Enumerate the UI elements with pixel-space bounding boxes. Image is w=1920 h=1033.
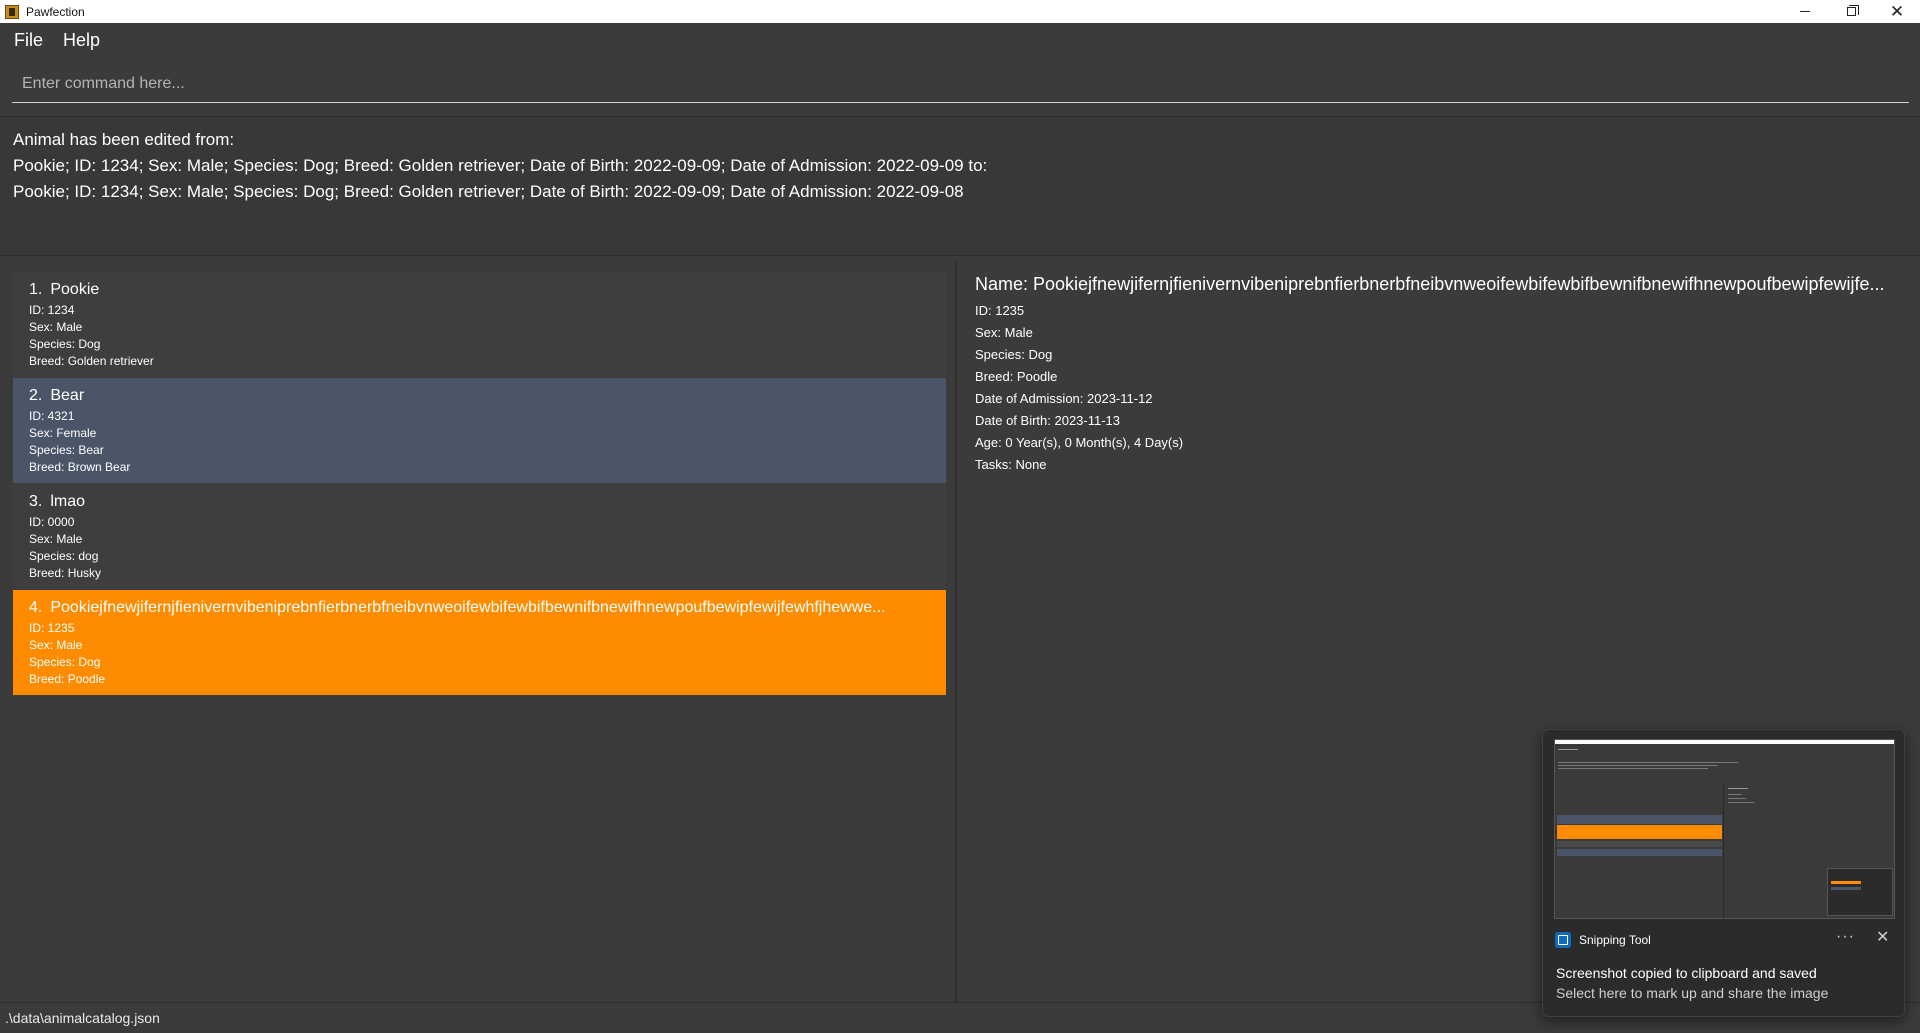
- detail-name: Name: Pookiejfnewjifernjfienivernvibenip…: [975, 274, 1885, 294]
- snipping-tool-icon: [1555, 932, 1571, 948]
- animal-card-title: 2. Bear: [29, 386, 930, 406]
- command-input[interactable]: [12, 66, 1909, 102]
- restore-button[interactable]: [1828, 0, 1874, 23]
- animal-species: Species: Dog: [29, 655, 101, 669]
- animal-id: ID: 1235: [29, 621, 75, 635]
- close-button[interactable]: ✕: [1874, 0, 1920, 23]
- animal-species: Species: Dog: [29, 337, 101, 351]
- animal-name: Bear: [50, 387, 85, 404]
- menu-help[interactable]: Help: [61, 28, 102, 53]
- toast-title: Screenshot copied to clipboard and saved: [1556, 965, 1817, 981]
- menu-bar: File Help: [0, 23, 1920, 58]
- animal-id: ID: 0000: [29, 515, 75, 529]
- minimize-icon: [1800, 11, 1810, 12]
- result-line: Pookie; ID: 1234; Sex: Male; Species: Do…: [13, 182, 964, 201]
- animal-index: 4.: [29, 599, 43, 616]
- detail-species: Species: Dog: [975, 347, 1053, 362]
- minimize-button[interactable]: [1782, 0, 1828, 23]
- animal-sex: Sex: Male: [29, 320, 83, 334]
- command-box: [12, 66, 1909, 103]
- restore-icon: [1846, 5, 1859, 16]
- animal-card[interactable]: 1. Pookie ID: 1234 Sex: Male Species: Dog…: [13, 272, 946, 377]
- result-display: Animal has been edited from: Pookie; ID:…: [0, 116, 1920, 256]
- screenshot-thumbnail[interactable]: [1554, 739, 1895, 919]
- snipping-tool-notification[interactable]: Snipping Tool ··· ✕ Screenshot copied to…: [1542, 729, 1905, 1017]
- title-bar: Pawfection ✕: [0, 0, 1920, 23]
- toast-subtitle: Select here to mark up and share the ima…: [1556, 985, 1829, 1001]
- animal-sex: Sex: Male: [29, 532, 83, 546]
- animal-breed: Breed: Husky: [29, 566, 102, 580]
- detail-breed: Breed: Poodle: [975, 369, 1058, 384]
- animal-card-title: 1. Pookie: [29, 280, 930, 300]
- animal-breed: Breed: Golden retriever: [29, 354, 154, 368]
- animal-card[interactable]: 4. Pookiejfnewjifernjfienivernvibeniprebn…: [13, 590, 946, 695]
- detail-admission-date: Date of Admission: 2023-11-12: [975, 391, 1153, 406]
- animal-name: Pookie: [50, 281, 100, 298]
- save-file-path: .\data\animalcatalog.json: [5, 1010, 160, 1026]
- animal-card[interactable]: 2. Bear ID: 4321 Sex: Female Species: Bea…: [13, 378, 946, 483]
- animal-index: 2.: [29, 387, 43, 404]
- animal-card[interactable]: 3. lmao ID: 0000 Sex: Male Species: dog B…: [13, 484, 946, 589]
- animal-id: ID: 1234: [29, 303, 75, 317]
- detail-sex: Sex: Male: [975, 325, 1033, 340]
- detail-tasks: Tasks: None: [975, 457, 1047, 472]
- result-line: Pookie; ID: 1234; Sex: Male; Species: Do…: [13, 156, 988, 175]
- window-title: Pawfection: [26, 4, 85, 19]
- animal-index: 1.: [29, 281, 43, 298]
- close-icon: ✕: [1889, 1, 1905, 21]
- more-options-button[interactable]: ···: [1836, 928, 1855, 946]
- app-icon: [5, 4, 19, 19]
- result-line: Animal has been edited from:: [13, 130, 235, 149]
- animal-list-panel: 1. Pookie ID: 1234 Sex: Male Species: Dog…: [2, 262, 957, 1002]
- animal-sex: Sex: Female: [29, 426, 97, 440]
- detail-id: ID: 1235: [975, 303, 1025, 318]
- animal-breed: Breed: Brown Bear: [29, 460, 131, 474]
- detail-birth-date: Date of Birth: 2023-11-13: [975, 413, 1121, 428]
- animal-name: Pookiejfnewjifernjfienivernvibeniprebnfi…: [50, 599, 886, 616]
- animal-species: Species: Bear: [29, 443, 104, 457]
- detail-age: Age: 0 Year(s), 0 Month(s), 4 Day(s): [975, 435, 1184, 450]
- toast-app-name: Snipping Tool: [1579, 933, 1651, 947]
- toast-close-button[interactable]: ✕: [1876, 927, 1889, 947]
- animal-sex: Sex: Male: [29, 638, 83, 652]
- window-controls: ✕: [1782, 0, 1920, 23]
- animal-card-title: 3. lmao: [29, 492, 930, 512]
- animal-id: ID: 4321: [29, 409, 75, 423]
- animal-card-title: 4. Pookiejfnewjifernjfienivernvibeniprebn…: [29, 598, 930, 618]
- animal-index: 3.: [29, 493, 43, 510]
- animal-species: Species: dog: [29, 549, 99, 563]
- toast-header: Snipping Tool: [1555, 932, 1651, 948]
- animal-name: lmao: [50, 493, 86, 510]
- animal-breed: Breed: Poodle: [29, 672, 106, 686]
- menu-file[interactable]: File: [12, 28, 45, 53]
